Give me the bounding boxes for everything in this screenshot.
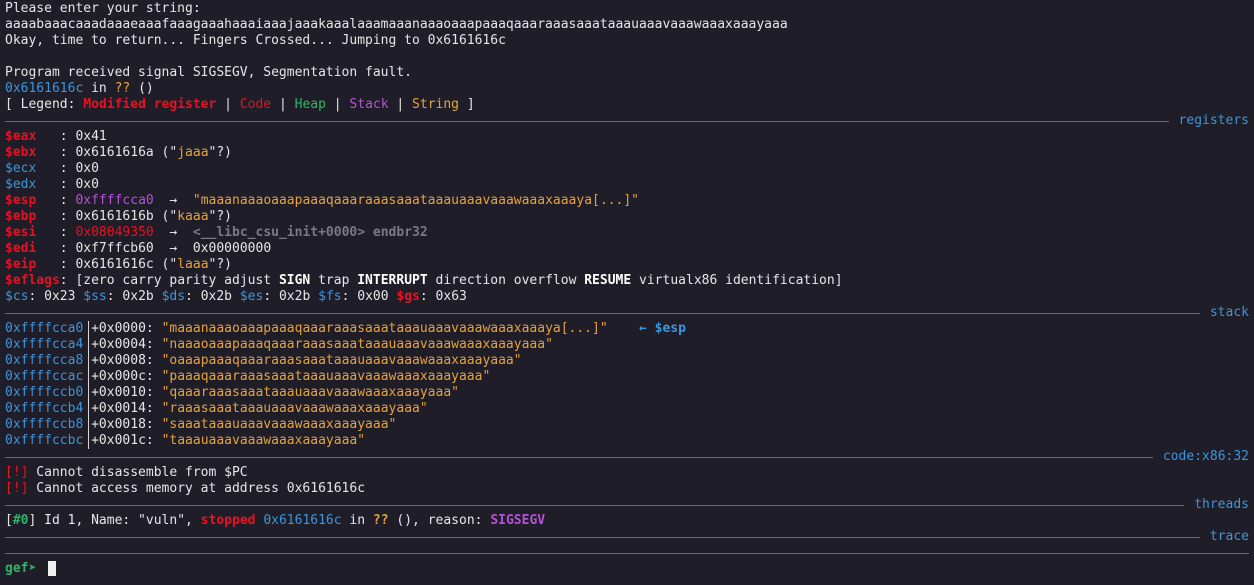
legend-line: [ Legend: Modified register | Code | Hea… xyxy=(5,97,475,112)
output-line: Program received signal SIGSEGV, Segment… xyxy=(5,65,412,80)
register-eax: $eax : 0x41 xyxy=(5,129,107,144)
registers-section-header: registers xyxy=(5,113,1249,129)
terminal-window[interactable]: Please enter your string: aaaabaaacaaada… xyxy=(0,0,1254,585)
command-line[interactable]: gef➤ xyxy=(5,561,57,577)
register-esi: $esi : 0x08049350 → <__libc_csu_init+000… xyxy=(5,225,428,240)
stack-row: 0xffffccb4 +0x0014: "raaasaaataaauaaavaa… xyxy=(5,401,428,416)
stack-row: 0xffffccb8 +0x0018: "saaataaauaaavaaawaa… xyxy=(5,417,397,432)
warning-mark: [!] xyxy=(5,481,29,496)
legend-code: Code xyxy=(239,97,272,112)
thread-line: [#0] Id 1, Name: "vuln", stopped 0x61616… xyxy=(5,513,546,528)
register-ebp: $ebp : 0x6161616b ("kaaa"?) xyxy=(5,209,233,224)
warning-mark: [!] xyxy=(5,465,29,480)
stack-row: 0xffffcca4 +0x0004: "naaaoaaapaaaqaaaraa… xyxy=(5,337,553,352)
register-ebx: $ebx : 0x6161616a ("jaaa"?) xyxy=(5,145,233,160)
output-line: Okay, time to return... Fingers Crossed.… xyxy=(5,33,506,48)
output-line: 0x6161616c in ?? () xyxy=(5,81,154,96)
stack-row: 0xffffcca0 +0x0000: "maaanaaaoaaapaaaqaa… xyxy=(5,321,686,336)
legend-heap: Heap xyxy=(294,97,326,112)
threads-section-header: threads xyxy=(5,497,1249,513)
stack-row: 0xffffccb0 +0x0010: "qaaaraaasaaataaauaa… xyxy=(5,385,459,400)
legend-stack: Stack xyxy=(349,97,389,112)
stack-row: 0xffffccac +0x000c: "paaaqaaaraaasaaataa… xyxy=(5,369,491,384)
trace-section-header: trace xyxy=(5,529,1249,545)
legend-string: String xyxy=(412,97,460,112)
legend-modified-register: Modified register xyxy=(83,97,217,112)
register-eflags: $eflags: [zero carry parity adjust SIGN … xyxy=(5,273,843,288)
trace-end-rule xyxy=(5,545,1249,561)
code-error-line: [!] Cannot disassemble from $PC xyxy=(5,465,248,480)
register-edi: $edi : 0xf7ffcb60 → 0x00000000 xyxy=(5,241,272,256)
segment-registers: $cs: 0x23 $ss: 0x2b $ds: 0x2b $es: 0x2b … xyxy=(5,289,467,304)
stack-section-header: stack xyxy=(5,305,1249,321)
stack-row: 0xffffcca8 +0x0008: "oaaapaaaqaaaraaasaa… xyxy=(5,353,522,368)
code-error-line: [!] Cannot access memory at address 0x61… xyxy=(5,481,366,496)
register-ecx: $ecx : 0x0 xyxy=(5,161,99,176)
register-eip: $eip : 0x6161616c ("laaa"?) xyxy=(5,257,233,272)
register-edx: $edx : 0x0 xyxy=(5,177,99,192)
text-cursor[interactable] xyxy=(48,561,57,576)
output-line: Please enter your string: xyxy=(5,1,201,16)
code-section-header: code:x86:32 xyxy=(5,449,1249,465)
stack-row: 0xffffccbc +0x001c: "taaauaaavaaawaaaxaa… xyxy=(5,433,366,448)
gef-prompt: gef➤ xyxy=(5,561,45,576)
output-line: aaaabaaacaaadaaaeaaafaaagaaahaaaiaaajaaa… xyxy=(5,17,788,32)
register-esp: $esp : 0xffffcca0 → "maaanaaaoaaapaaaqaa… xyxy=(5,193,639,208)
